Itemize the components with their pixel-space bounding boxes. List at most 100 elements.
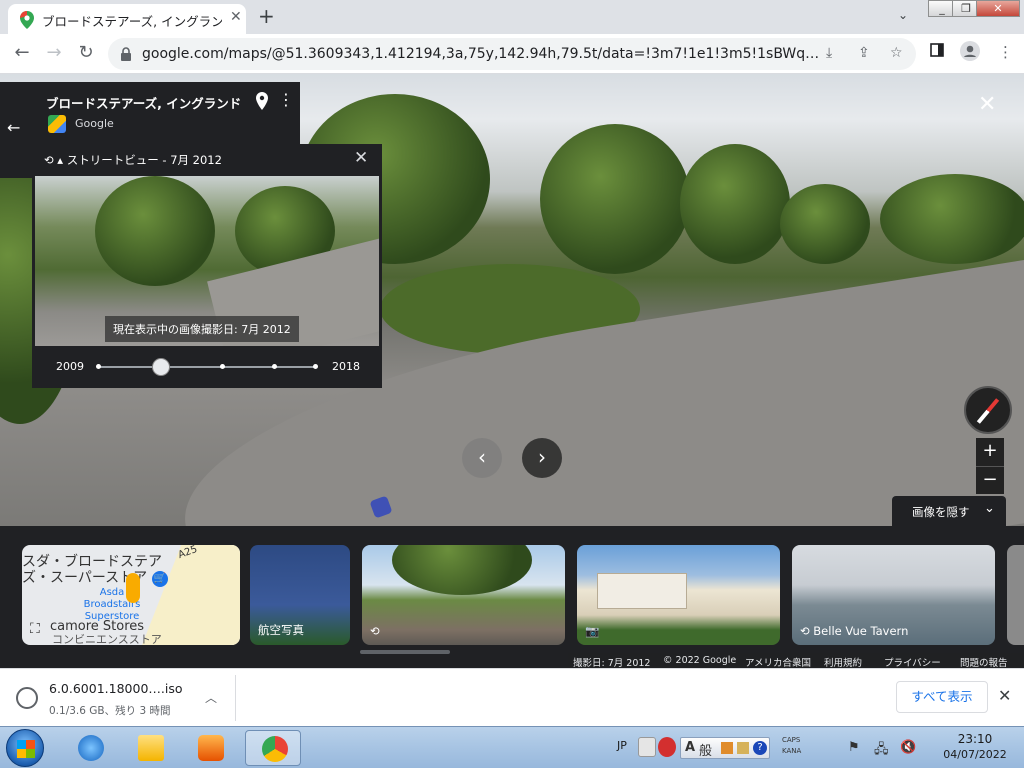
tree-scenery [540,124,690,274]
panorama-360-icon: ⟲ Belle Vue Tavern [800,624,909,638]
show-all-button[interactable]: すべて表示 [896,681,988,713]
more-options-icon[interactable]: ⋮ [278,90,294,109]
zoom-out-button[interactable]: − [976,466,1004,494]
slider-handle[interactable] [152,358,170,376]
back-panel[interactable]: ← [0,82,32,178]
help-icon: ? [753,741,767,755]
zoom-in-button[interactable]: + [976,438,1004,466]
folder-icon [138,735,164,761]
photo-card-belle-vue[interactable]: ⟲ Belle Vue Tavern [792,545,995,645]
report-link[interactable]: 問題の報告 [960,655,1008,669]
divider [235,675,236,721]
taskbar-clock[interactable]: 23:10 04/07/2022 [930,731,1020,763]
kana-label: KANA [782,747,802,755]
network-icon[interactable]: 🖧 [874,740,889,762]
ime-toggle-icon[interactable] [658,737,676,757]
google-logo-icon [48,115,66,133]
window-close-button[interactable]: ✕ [976,0,1020,17]
place-info-card: ブロードステアーズ, イングランド Google ⋮ [32,82,300,144]
compass-icon[interactable] [964,386,1012,434]
tree-scenery [880,174,1024,264]
reload-icon[interactable]: ↻ [74,42,98,63]
windows-taskbar: JP A 般 ? CAPS KANA ⚑ 🖧 🔇 23:10 04/07/2022 [0,726,1024,768]
ime-pad-icon[interactable] [638,737,656,757]
media-player-icon [198,735,224,761]
provider-label: Google [75,117,114,130]
menu-kebab-icon[interactable]: ⋮ [998,43,1013,61]
map-store-english: Asda Broadstairs Superstore [83,587,141,622]
fullscreen-icon[interactable]: ⛶ [30,621,40,637]
attribution-bar: 撮影日: 7月 2012 © 2022 Google アメリカ合衆国 利用規約 … [568,653,1024,669]
language-indicator[interactable]: JP [617,739,627,752]
star-icon[interactable]: ☆ [890,45,903,61]
slider-tick[interactable] [220,364,225,369]
taskbar-explorer[interactable] [122,730,178,766]
time-panel-title: ストリートビュー - 7月 2012 [66,153,222,167]
ime-mode-kana: 般 [699,744,713,759]
download-icon[interactable]: ⤓ [826,45,832,61]
location-pin-icon[interactable] [256,92,268,114]
download-filename[interactable]: 6.0.6001.18000….iso [49,681,183,696]
start-button[interactable] [6,729,44,767]
terms-link[interactable]: 利用規約 [824,655,862,669]
forward-arrow-icon[interactable]: → [42,42,66,63]
download-status: 0.1/3.6 GB、残り 3 時間 [49,705,171,717]
slider-tick[interactable] [96,364,101,369]
caps-label: CAPS [782,736,801,744]
slider-tick[interactable] [313,364,318,369]
ime-tool-icon [721,742,733,754]
tab-maps[interactable]: ブロードステアーズ, イングランド ✕ [8,4,246,34]
slider-tick[interactable] [272,364,277,369]
previous-arrow-button[interactable]: ‹ [462,438,502,478]
satellite-label: 航空写真 [258,623,304,637]
taskbar-ie[interactable] [62,730,118,766]
photo-card[interactable]: 📷 [577,545,780,645]
filmstrip-scrollbar[interactable] [360,650,450,654]
time-panel-header[interactable]: ⟲ ▴ ストリートビュー - 7月 2012 [44,152,222,168]
year-slider[interactable]: 2009 2018 [32,354,382,380]
camera-icon: 📷 [585,624,600,638]
ime-toolbar[interactable]: A 般 ? [680,737,770,759]
new-tab-icon[interactable]: + [258,4,275,28]
clock-time: 23:10 [957,732,993,746]
ime-mode-a: A [685,740,696,755]
time-travel-panel: ⟲ ▴ ストリートビュー - 7月 2012 ✕ 現在表示中の画像撮影日: 7月… [32,144,382,388]
share-icon[interactable]: ⇪ [858,45,870,61]
photo-card[interactable]: ⟲ [362,545,565,645]
profile-icon[interactable] [960,41,980,65]
close-shelf-icon[interactable]: ✕ [998,686,1011,705]
address-bar[interactable]: google.com/maps/@51.3609343,1.412194,3a,… [108,38,916,70]
back-arrow-icon[interactable]: ← [10,42,34,63]
slider-track[interactable] [98,366,316,368]
browser-toolbar: ← → ↻ google.com/maps/@51.3609343,1.4121… [0,34,1024,74]
map-preview-card[interactable]: スダ・ブロードステア ズ・スーパーストア Asda Broadstairs Su… [22,545,240,645]
chevron-up-icon[interactable]: ︿ [205,689,217,706]
lock-icon[interactable] [120,46,132,65]
tab-close-icon[interactable]: ✕ [230,9,242,25]
country-link[interactable]: アメリカ合衆国 [745,655,811,669]
historical-thumbnail[interactable]: 現在表示中の画像撮影日: 7月 2012 [35,176,379,346]
tab-strip: ブロードステアーズ, イングランド ✕ + ⌄ _ ❐ ✕ [0,0,1024,34]
tree-scenery [780,184,870,264]
download-shelf: 6.0.6001.18000….iso 0.1/3.6 GB、残り 3 時間 ︿… [0,668,1024,726]
action-center-flag-icon[interactable]: ⚑ [848,740,860,755]
volume-muted-icon[interactable]: 🔇 [900,740,916,755]
side-panel-icon[interactable] [930,43,944,61]
next-arrow-button[interactable]: › [522,438,562,478]
hide-images-button[interactable]: 画像を隠す ⌄ [892,496,1006,526]
url-text[interactable]: google.com/maps/@51.3609343,1.412194,3a,… [142,46,822,62]
back-arrow-icon[interactable]: ← [7,118,20,137]
taskbar-chrome[interactable] [245,730,301,766]
time-panel-close-icon[interactable]: ✕ [354,148,368,168]
close-street-view-icon[interactable]: ✕ [978,92,996,117]
satellite-card[interactable]: 航空写真 [250,545,350,645]
windows-logo-icon [17,740,35,758]
slider-end-year: 2018 [332,360,360,373]
privacy-link[interactable]: プライバシー [884,655,941,669]
hide-images-label: 画像を隠す [912,505,970,519]
photo-card[interactable] [1007,545,1024,645]
google-maps-favicon-icon [20,11,34,32]
taskbar-media-player[interactable] [182,730,238,766]
tab-title: ブロードステアーズ, イングランド [42,14,222,29]
tab-search-chevron-icon[interactable]: ⌄ [898,8,908,22]
